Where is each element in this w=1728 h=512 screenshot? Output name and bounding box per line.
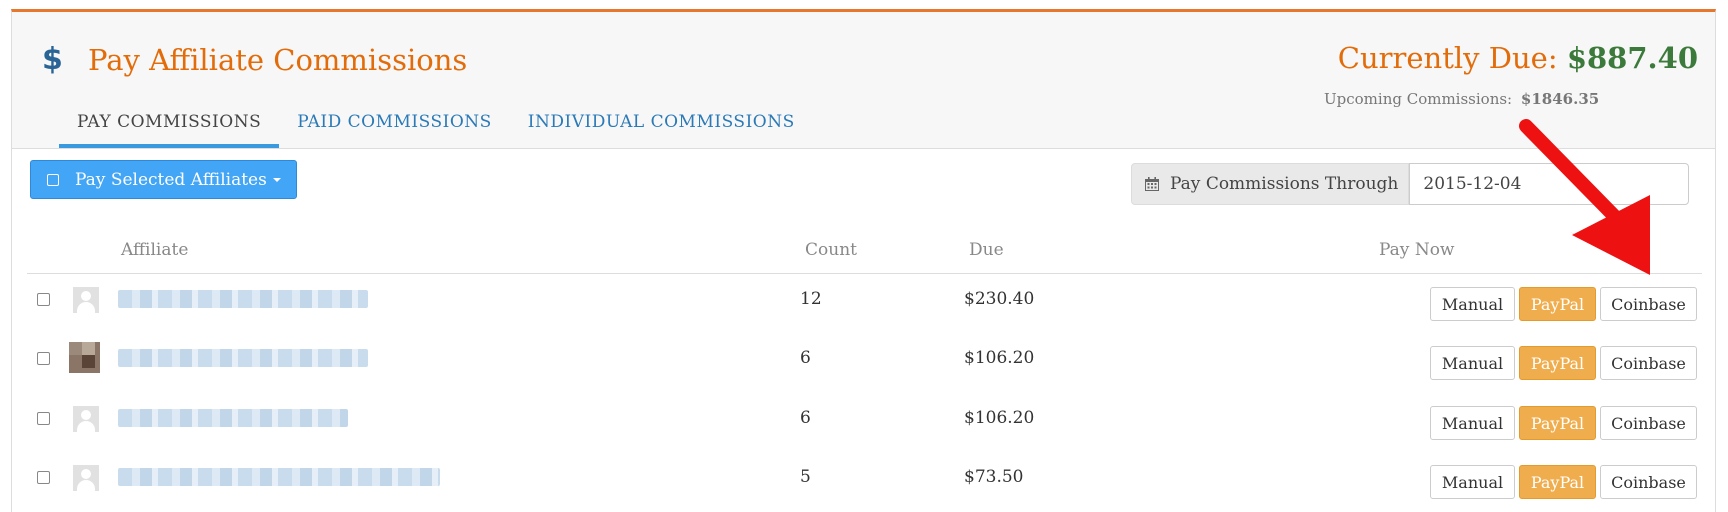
paypal-button[interactable]: PayPal [1519,406,1596,440]
paypal-button[interactable]: PayPal [1519,287,1596,321]
pay-selected-label: Pay Selected Affiliates [75,169,267,190]
column-affiliate: Affiliate [121,240,189,260]
upcoming-amount: $1846.35 [1520,90,1600,108]
paypal-button[interactable]: PayPal [1519,346,1596,380]
column-due: Due [969,240,1004,260]
avatar [73,287,99,313]
column-count: Count [805,240,857,260]
tab-pay-commissions[interactable]: PAY COMMISSIONS [59,102,280,148]
page-title: Pay Affiliate Commissions [88,43,468,77]
table-header-divider [27,273,1702,274]
row-count: 12 [800,289,822,309]
coinbase-button[interactable]: Coinbase [1600,465,1697,499]
column-pay-now: Pay Now [1379,240,1455,260]
manual-button[interactable]: Manual [1430,287,1515,321]
table-row: 5 $73.50 Manual PayPal Coinbase [0,454,1728,512]
affiliate-name-redacted[interactable] [118,349,368,367]
coinbase-button[interactable]: Coinbase [1600,346,1697,380]
row-due: $106.20 [964,408,1035,428]
row-checkbox[interactable] [37,352,50,365]
row-count: 6 [800,348,811,368]
row-checkbox[interactable] [37,412,50,425]
affiliate-name-redacted[interactable] [118,409,348,427]
select-all-checkbox-icon [47,173,59,186]
row-due: $230.40 [964,289,1035,309]
affiliate-name-redacted[interactable] [118,290,368,308]
calendar-icon [1144,176,1160,192]
table-row: 6 $106.20 Manual PayPal Coinbase [0,395,1728,453]
coinbase-button[interactable]: Coinbase [1600,287,1697,321]
tab-paid-commissions[interactable]: PAID COMMISSIONS [279,102,510,148]
pay-through-label: Pay Commissions Through [1170,174,1399,194]
dollar-icon: $ [42,42,63,77]
manual-button[interactable]: Manual [1430,346,1515,380]
manual-button[interactable]: Manual [1430,465,1515,499]
upcoming-label: Upcoming Commissions: [1324,90,1513,108]
row-due: $106.20 [964,348,1035,368]
avatar [73,465,99,491]
panel-header: $ Pay Affiliate Commissions Currently Du… [12,12,1715,149]
currently-due-amount: $887.40 [1566,41,1698,75]
coinbase-button[interactable]: Coinbase [1600,406,1697,440]
pay-through-addon: Pay Commissions Through [1131,163,1410,205]
red-arrow-annotation-icon [1519,119,1650,275]
avatar [69,342,100,373]
paypal-button[interactable]: PayPal [1519,465,1596,499]
pay-selected-affiliates-button[interactable]: Pay Selected Affiliates [30,160,297,199]
caret-down-icon [272,177,281,182]
table-row: 6 $106.20 Manual PayPal Coinbase [0,335,1728,393]
tab-individual-commissions[interactable]: INDIVIDUAL COMMISSIONS [510,102,813,148]
currently-due-label: Currently Due: [1337,41,1558,75]
row-checkbox[interactable] [37,293,50,306]
table-row: 12 $230.40 Manual PayPal Coinbase [0,276,1728,334]
currently-due: Currently Due: $887.40 [1338,41,1698,75]
affiliate-name-redacted[interactable] [118,468,440,486]
row-checkbox[interactable] [37,471,50,484]
row-count: 5 [800,467,811,487]
tab-bar: PAY COMMISSIONS PAID COMMISSIONS INDIVID… [59,102,813,148]
upcoming-commissions: Upcoming Commissions: $1846.35 [1324,90,1599,108]
row-due: $73.50 [964,467,1024,487]
avatar [73,406,99,432]
row-count: 6 [800,408,811,428]
manual-button[interactable]: Manual [1430,406,1515,440]
